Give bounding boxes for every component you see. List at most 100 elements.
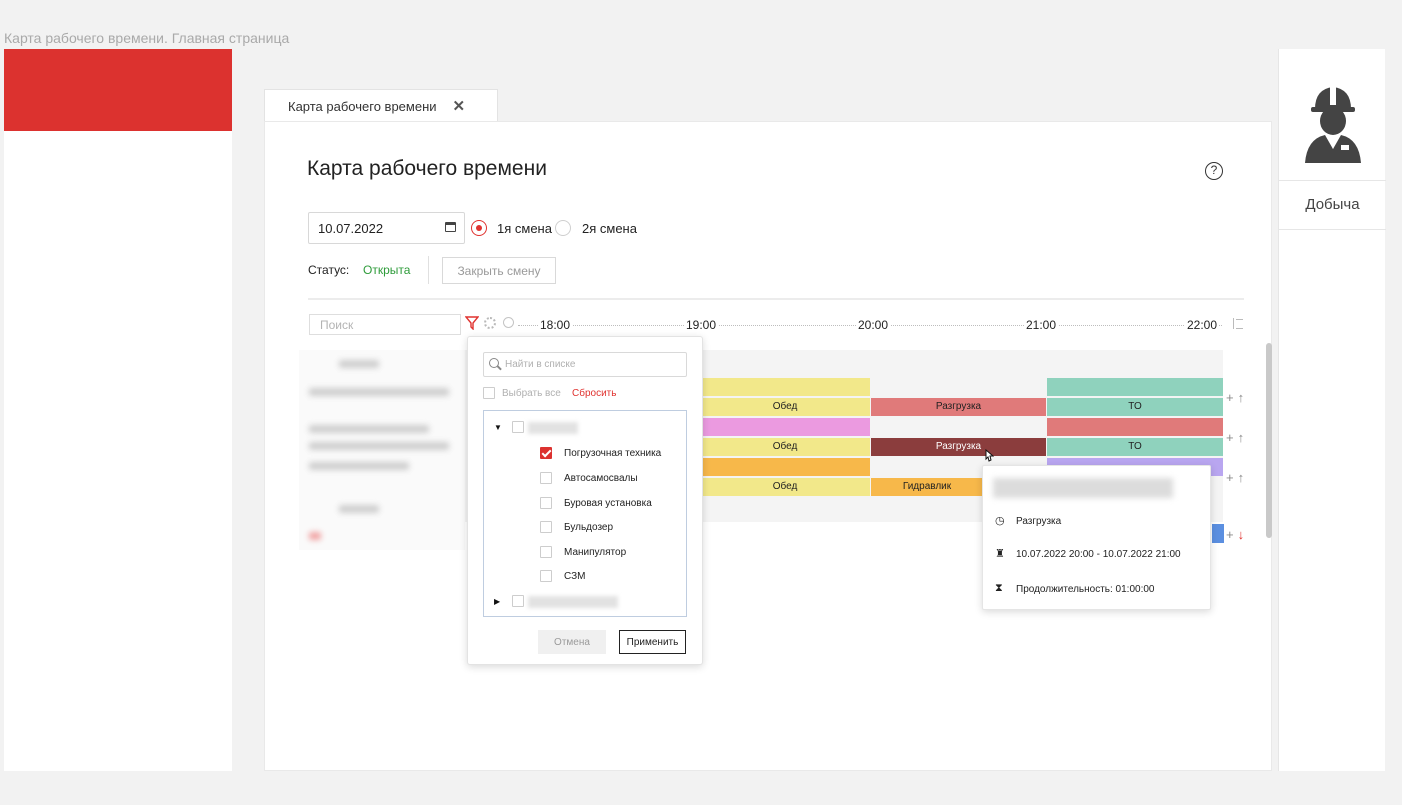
time-label: 18:00 — [538, 318, 573, 332]
tree-item[interactable]: СЗМ — [564, 571, 585, 582]
close-shift-button[interactable]: Закрыть смену — [442, 257, 556, 284]
segment-unload[interactable]: Разгрузка — [871, 398, 1046, 416]
mining-label[interactable]: Добыча — [1279, 196, 1386, 213]
status-value: Открыта — [363, 263, 411, 277]
apply-button[interactable]: Применить — [619, 630, 686, 654]
binoculars-icon: ♜ — [995, 548, 1005, 560]
divider — [308, 298, 1244, 300]
help-icon[interactable]: ? — [1205, 162, 1223, 180]
time-label: 20:00 — [856, 318, 891, 332]
cursor-icon — [985, 449, 994, 462]
blurred-text — [339, 505, 379, 513]
close-icon[interactable]: ✕ — [453, 97, 466, 115]
scrollbar[interactable] — [1266, 343, 1272, 538]
blurred-text — [339, 360, 379, 368]
left-sidebar — [4, 49, 232, 771]
search-input[interactable]: Поиск — [309, 314, 461, 335]
brand-logo[interactable] — [4, 49, 232, 131]
blurred-text — [309, 425, 429, 433]
segment-lunch[interactable]: Обед — [700, 438, 870, 456]
item-checkbox[interactable] — [540, 546, 552, 558]
item-checkbox[interactable] — [540, 472, 552, 484]
tab-work-time-map[interactable]: Карта рабочего времени ✕ — [264, 89, 498, 122]
worker-avatar-icon[interactable] — [1301, 79, 1365, 163]
segment-unload-active[interactable]: Разгрузка — [871, 438, 1046, 456]
tree-item[interactable]: Бульдозер — [564, 522, 613, 533]
add-icon[interactable]: + — [1226, 527, 1234, 542]
group-checkbox[interactable] — [512, 595, 524, 607]
shift2-label[interactable]: 2я смена — [582, 221, 637, 236]
segment-lunch[interactable]: Обед — [700, 398, 870, 416]
segment-tooltip: ◷ Разгрузка ♜ 10.07.2022 20:00 - 10.07.2… — [982, 465, 1211, 610]
add-icon[interactable]: + — [1226, 470, 1234, 485]
segment-lunch[interactable]: Обед — [700, 478, 870, 496]
expand-arrow-icon[interactable]: ▼ — [494, 423, 502, 432]
reset-link[interactable]: Сбросить — [572, 388, 616, 399]
row-actions: + ↑ — [1226, 430, 1248, 445]
group-checkbox[interactable] — [512, 421, 524, 433]
item-checkbox[interactable] — [540, 447, 552, 459]
tree-list: ▼ Погрузочная техника Автосамосвалы Буро… — [483, 410, 687, 617]
divider — [428, 256, 429, 284]
arrow-down-icon[interactable]: ↓ — [1238, 527, 1245, 542]
divider — [1279, 180, 1386, 181]
calendar-icon[interactable] — [445, 222, 456, 232]
clock-icon: ◷ — [995, 515, 1005, 527]
segment-orange[interactable] — [700, 458, 870, 476]
add-icon[interactable]: + — [1226, 430, 1234, 445]
tree-item[interactable]: Манипулятор — [564, 547, 626, 558]
filter-popup: Найти в списке Выбрать все Сбросить ▼ По… — [467, 336, 703, 665]
row-actions: + ↑ — [1226, 390, 1248, 405]
blurred-group-name — [528, 422, 578, 434]
segment-unload[interactable] — [1047, 418, 1223, 436]
shift1-radio[interactable] — [471, 220, 487, 236]
tree-item[interactable]: Погрузочная техника — [564, 448, 661, 459]
segment-hydraulics[interactable]: Гидравлик — [871, 478, 983, 496]
page-title: Карта рабочего времени — [307, 157, 547, 180]
filter-icon[interactable] — [465, 316, 479, 330]
search-icon — [489, 358, 499, 368]
item-checkbox[interactable] — [540, 570, 552, 582]
segment-to[interactable]: ТО — [1047, 398, 1223, 416]
segment-to[interactable]: ТО — [1047, 438, 1223, 456]
time-label: 19:00 — [684, 318, 719, 332]
time-label: 22:00 — [1185, 318, 1220, 332]
segment-to[interactable] — [1047, 378, 1223, 396]
shift1-label[interactable]: 1я смена — [497, 221, 552, 236]
arrow-up-icon[interactable]: ↑ — [1238, 390, 1245, 405]
segment-pink[interactable] — [700, 418, 870, 436]
arrow-up-icon[interactable]: ↑ — [1238, 470, 1245, 485]
popup-search-input[interactable]: Найти в списке — [483, 352, 687, 377]
add-icon[interactable]: + — [1226, 390, 1234, 405]
divider — [1279, 229, 1386, 230]
select-all-label[interactable]: Выбрать все — [502, 388, 561, 399]
segment-blue[interactable] — [1212, 524, 1224, 543]
tree-item[interactable]: Автосамосвалы — [564, 473, 638, 484]
collapse-arrow-icon[interactable]: ▶ — [494, 597, 500, 606]
tooltip-interval: 10.07.2022 20:00 - 10.07.2022 21:00 — [1016, 549, 1181, 560]
tree-item[interactable]: Буровая установка — [564, 498, 652, 509]
blurred-text — [309, 388, 449, 396]
cancel-button[interactable]: Отмена — [538, 630, 606, 654]
segment-lunch[interactable] — [700, 378, 870, 396]
shift2-radio[interactable] — [555, 220, 571, 236]
tab-label: Карта рабочего времени — [288, 98, 437, 114]
select-all-checkbox[interactable] — [483, 387, 495, 399]
tooltip-duration: Продолжительность: 01:00:00 — [1016, 584, 1155, 595]
page-caption: Карта рабочего времени. Главная страница — [4, 30, 290, 46]
blurred-title — [993, 478, 1173, 498]
row-actions: + ↓ — [1226, 527, 1248, 542]
tooltip-activity: Разгрузка — [1016, 516, 1062, 527]
item-checkbox[interactable] — [540, 497, 552, 509]
date-field[interactable]: 10.07.2022 — [308, 212, 465, 244]
arrow-up-icon[interactable]: ↑ — [1238, 430, 1245, 445]
clock-icon[interactable] — [503, 317, 514, 328]
time-label: 21:00 — [1024, 318, 1059, 332]
gear-icon[interactable] — [484, 317, 496, 329]
hourglass-icon: ⧗ — [995, 582, 1003, 594]
item-checkbox[interactable] — [540, 521, 552, 533]
list-icon[interactable] — [1233, 318, 1243, 329]
status-label: Статус: — [308, 263, 350, 277]
blurred-text — [309, 532, 321, 540]
right-panel: Добыча — [1278, 49, 1386, 771]
